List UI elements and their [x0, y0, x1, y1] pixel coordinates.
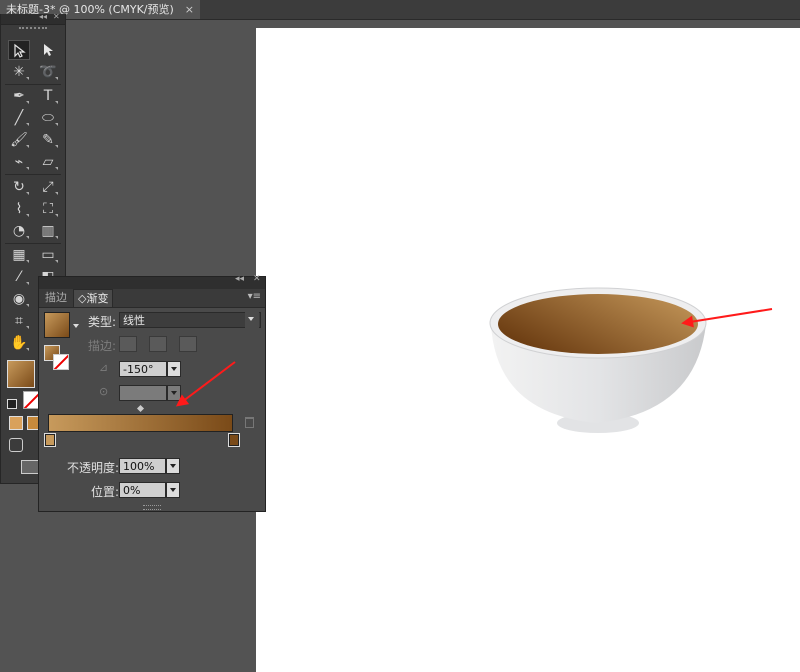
artboard-tool-icon[interactable]: ⌗: [8, 311, 30, 331]
stroke-within-icon[interactable]: [119, 336, 137, 352]
type-label: 类型:: [88, 315, 117, 329]
opacity-label: 不透明度:: [67, 461, 120, 475]
collapse-icon[interactable]: ◂◂: [235, 274, 244, 284]
screen-mode-icon[interactable]: [21, 460, 39, 474]
fill-swatch[interactable]: [7, 360, 35, 388]
close-panel-icon[interactable]: ✕: [53, 12, 60, 21]
location-label: 位置:: [91, 485, 120, 499]
line-tool-icon[interactable]: ╱: [8, 108, 30, 128]
gradient-panel: ◂◂ ✕ 描边 ◇渐变 ▾≡ 类型: 线性 描边: ⊿ -150° ⊙ 不透明度…: [38, 274, 266, 512]
gradient-slider-bar[interactable]: [48, 414, 233, 432]
lasso-tool-icon[interactable]: ➰: [37, 62, 59, 82]
pen-tool-icon[interactable]: ✒: [8, 86, 30, 106]
gradient-preset-dropdown-icon[interactable]: [73, 324, 79, 328]
gradient-stop-start[interactable]: [45, 434, 55, 446]
close-panel-icon[interactable]: ✕: [253, 274, 261, 284]
selection-tool-icon[interactable]: [8, 40, 30, 60]
stroke-none-mini[interactable]: [53, 354, 69, 370]
shape-builder-tool-icon[interactable]: ◔: [8, 221, 30, 241]
blob-brush-tool-icon[interactable]: ⌁: [8, 152, 30, 172]
gradient-tool-icon[interactable]: ▭: [37, 245, 59, 265]
angle-field[interactable]: -150°: [119, 361, 167, 377]
location-field[interactable]: 0%: [119, 482, 166, 498]
collapse-icon[interactable]: ◂◂: [39, 12, 47, 21]
aspect-ratio-field[interactable]: [119, 385, 167, 401]
delete-stop-icon[interactable]: [245, 417, 254, 428]
chevron-down-icon[interactable]: [245, 312, 259, 328]
magic-wand-tool-icon[interactable]: ✳: [8, 62, 30, 82]
pencil-tool-icon[interactable]: ✎: [37, 130, 59, 150]
free-transform-tool-icon[interactable]: ⛶: [37, 199, 59, 219]
gradient-type-select[interactable]: 线性: [119, 312, 261, 328]
drag-grip[interactable]: [19, 27, 47, 37]
tab-gradient[interactable]: ◇渐变: [73, 289, 114, 307]
soup-surface: [498, 294, 698, 354]
panel-menu-icon[interactable]: ▾≡: [248, 291, 261, 302]
paintbrush-tool-icon[interactable]: 🖌: [8, 130, 30, 150]
direct-selection-tool-icon[interactable]: [37, 40, 59, 60]
tab-stroke[interactable]: 描边: [41, 289, 71, 307]
stroke-label: 描边:: [88, 339, 117, 353]
eraser-tool-icon[interactable]: ▱: [37, 152, 59, 172]
draw-mode-icon[interactable]: [9, 438, 23, 452]
color-mode-icon[interactable]: [9, 416, 23, 430]
hand-tool-icon[interactable]: ✋: [8, 333, 30, 353]
gradient-stop-end[interactable]: [229, 434, 239, 446]
opacity-dropdown-icon[interactable]: [166, 458, 180, 474]
bowl-artwork[interactable]: [256, 28, 800, 672]
rotate-tool-icon[interactable]: ↻: [8, 177, 30, 197]
scale-tool-icon[interactable]: ⤢: [37, 177, 59, 197]
mesh-tool-icon[interactable]: ▦: [8, 245, 30, 265]
default-colors-icon[interactable]: [7, 399, 17, 409]
tools-panel-header[interactable]: ◂◂ ✕: [1, 12, 65, 25]
aspect-ratio-icon: ⊙: [99, 385, 109, 398]
panel-tabs: 描边 ◇渐变 ▾≡: [39, 289, 265, 308]
graph-tool-icon[interactable]: ▥: [37, 221, 59, 241]
close-document-icon[interactable]: ×: [185, 0, 194, 19]
warp-tool-icon[interactable]: ⌇: [8, 199, 30, 219]
type-tool-icon[interactable]: T: [37, 86, 59, 106]
location-dropdown-icon[interactable]: [166, 482, 180, 498]
gradient-preview-swatch[interactable]: [44, 312, 70, 338]
stroke-along-icon[interactable]: [149, 336, 167, 352]
angle-dropdown-icon[interactable]: [167, 361, 181, 377]
document-tab-bar: 未标题-3* @ 100% (CMYK/预览) ×: [0, 0, 800, 20]
opacity-field[interactable]: 100%: [119, 458, 166, 474]
gradient-midpoint-diamond[interactable]: [136, 404, 145, 413]
stroke-across-icon[interactable]: [179, 336, 197, 352]
symbol-sprayer-tool-icon[interactable]: ◉: [8, 289, 30, 309]
gradient-panel-header[interactable]: ◂◂ ✕: [39, 274, 265, 289]
eyedropper-tool-icon[interactable]: ⁄: [8, 267, 30, 287]
ellipse-tool-icon[interactable]: ⬭: [37, 108, 59, 128]
angle-icon: ⊿: [99, 361, 109, 374]
panel-resize-grip[interactable]: [143, 505, 161, 510]
artboard[interactable]: [256, 28, 800, 672]
